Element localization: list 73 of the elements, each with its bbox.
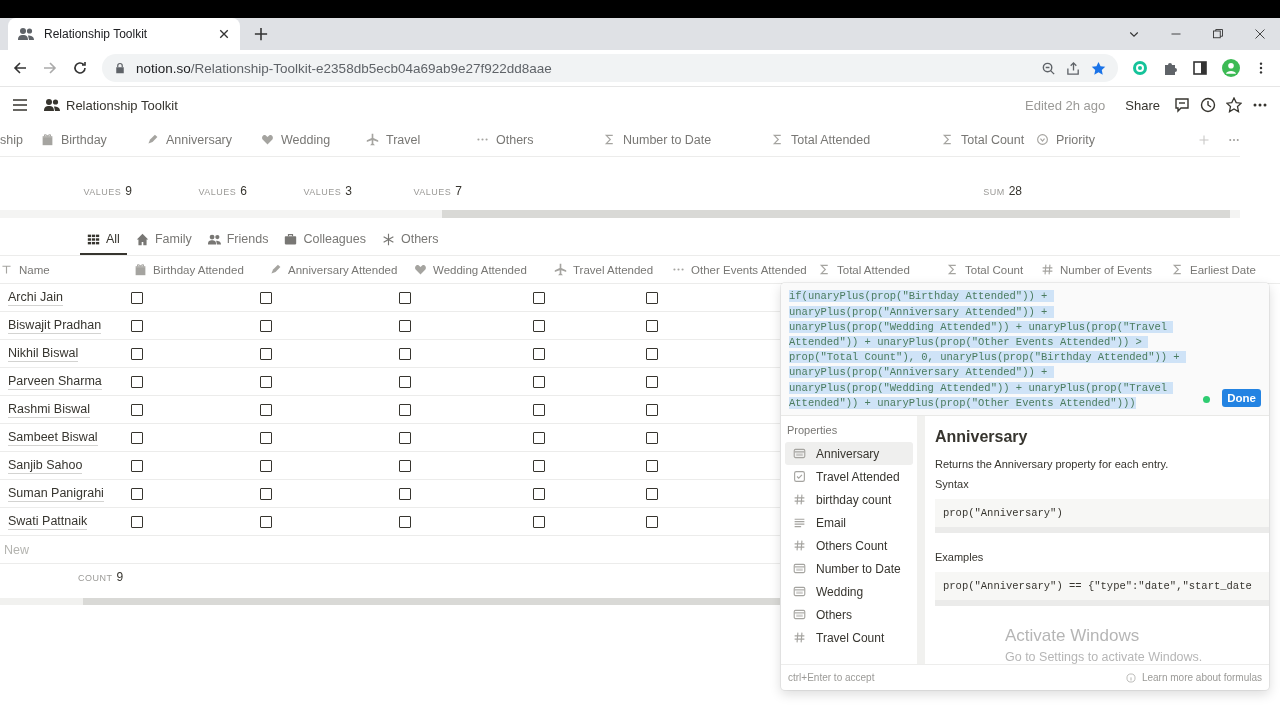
- column-header[interactable]: Wedding Attended: [433, 263, 527, 276]
- property-item[interactable]: Travel Attended: [785, 465, 913, 488]
- syntax-code: prop("Anniversary"): [935, 499, 1269, 533]
- done-button[interactable]: Done: [1222, 389, 1261, 407]
- keyboard-hint: ctrl+Enter to accept: [788, 672, 875, 683]
- breadcrumb[interactable]: Relationship Toolkit: [66, 97, 178, 113]
- view-tab[interactable]: Family: [128, 225, 199, 255]
- learn-more-link[interactable]: Learn more about formulas: [1141, 672, 1262, 683]
- view-tab[interactable]: Friends: [200, 225, 276, 255]
- url-text: notion.so/Relationship-Toolkit-e2358db5ecb04a69ab9e27f922dd8aae: [136, 60, 552, 76]
- calculation-value: 3: [345, 184, 352, 198]
- calculation-label: VALUES: [198, 187, 237, 197]
- section-heading: Examples: [935, 551, 985, 563]
- column-header[interactable]: Birthday Attended: [153, 263, 244, 276]
- address-bar[interactable]: notion.so/Relationship-Toolkit-e2358db5ecb04a69ab9e27f922dd8aae: [102, 54, 1118, 82]
- property-header[interactable]: Priority: [1056, 132, 1095, 147]
- browser-tab[interactable]: Relationship Toolkit: [8, 18, 240, 50]
- section-heading: Properties: [786, 424, 839, 436]
- calculation-value: 7: [455, 184, 462, 198]
- detail-title: Anniversary: [935, 428, 1029, 446]
- name-cell[interactable]: Rashmi Biswal: [8, 401, 90, 418]
- calculation-label: VALUES: [413, 187, 452, 197]
- activation-notice-text: Go to Settings to activate Windows.: [1005, 650, 1203, 664]
- column-header[interactable]: Other Events Attended: [691, 263, 807, 276]
- column-header[interactable]: Earliest Date: [1190, 263, 1256, 276]
- view-tab[interactable]: Others: [374, 225, 446, 255]
- property-item[interactable]: Travel Count: [785, 626, 913, 649]
- name-cell[interactable]: Biswajit Pradhan: [8, 317, 102, 334]
- view-tab[interactable]: Colleagues: [277, 225, 373, 255]
- property-item[interactable]: Others Count: [785, 534, 913, 557]
- property-item[interactable]: Wedding: [785, 580, 913, 603]
- property-header[interactable]: Anniversary: [166, 132, 232, 147]
- property-item[interactable]: birthday count: [785, 488, 913, 511]
- property-header[interactable]: ship: [0, 132, 23, 147]
- property-item[interactable]: Number to Date: [785, 557, 913, 580]
- property-header[interactable]: Birthday: [61, 132, 107, 147]
- detail-description: Returns the Anniversary property for each entry.: [935, 458, 1170, 470]
- count-value: 9: [116, 570, 124, 584]
- activation-notice-title: Activate Windows: [1005, 626, 1141, 646]
- column-header[interactable]: Total Count: [965, 263, 1024, 276]
- name-cell[interactable]: Sanjib Sahoo: [8, 457, 83, 474]
- calculation-label: VALUES: [303, 187, 342, 197]
- count-label: COUNT: [78, 573, 113, 583]
- property-header[interactable]: Total Attended: [791, 132, 871, 147]
- calculation-label: VALUES: [83, 187, 122, 197]
- column-header[interactable]: Total Attended: [837, 263, 910, 276]
- edited-time: Edited 2h ago: [1025, 97, 1106, 113]
- column-header[interactable]: Anniversary Attended: [288, 263, 398, 276]
- calculation-value: 9: [125, 184, 132, 198]
- property-header[interactable]: Number to Date: [623, 132, 712, 147]
- share-button[interactable]: Share: [1121, 95, 1164, 115]
- property-header[interactable]: Others: [496, 132, 534, 147]
- calculation-label: SUM: [983, 187, 1005, 197]
- property-header[interactable]: Travel: [386, 132, 421, 147]
- property-header[interactable]: Wedding: [281, 132, 331, 147]
- name-cell[interactable]: Nikhil Biswal: [8, 345, 79, 362]
- property-item[interactable]: Email: [785, 511, 913, 534]
- column-header[interactable]: Travel Attended: [573, 263, 654, 276]
- calculation-value: 6: [240, 184, 247, 198]
- name-cell[interactable]: Parveen Sharma: [8, 373, 102, 390]
- property-item[interactable]: Others: [785, 603, 913, 626]
- column-header[interactable]: Name: [19, 263, 50, 276]
- column-header[interactable]: Number of Events: [1060, 263, 1153, 276]
- view-tab[interactable]: All: [80, 225, 127, 255]
- name-cell[interactable]: Swati Pattnaik: [8, 513, 88, 530]
- section-heading: Syntax: [935, 478, 970, 490]
- name-cell[interactable]: Archi Jain: [8, 289, 63, 306]
- property-header[interactable]: Total Count: [961, 132, 1025, 147]
- name-cell[interactable]: Suman Panigrahi: [8, 485, 104, 502]
- example-code: prop("Anniversary") == {"type":"date","start_date: [935, 572, 1269, 606]
- calculation-value: 28: [1008, 184, 1022, 198]
- name-cell[interactable]: Sambeet Biswal: [8, 429, 98, 446]
- property-item[interactable]: Anniversary: [785, 442, 913, 465]
